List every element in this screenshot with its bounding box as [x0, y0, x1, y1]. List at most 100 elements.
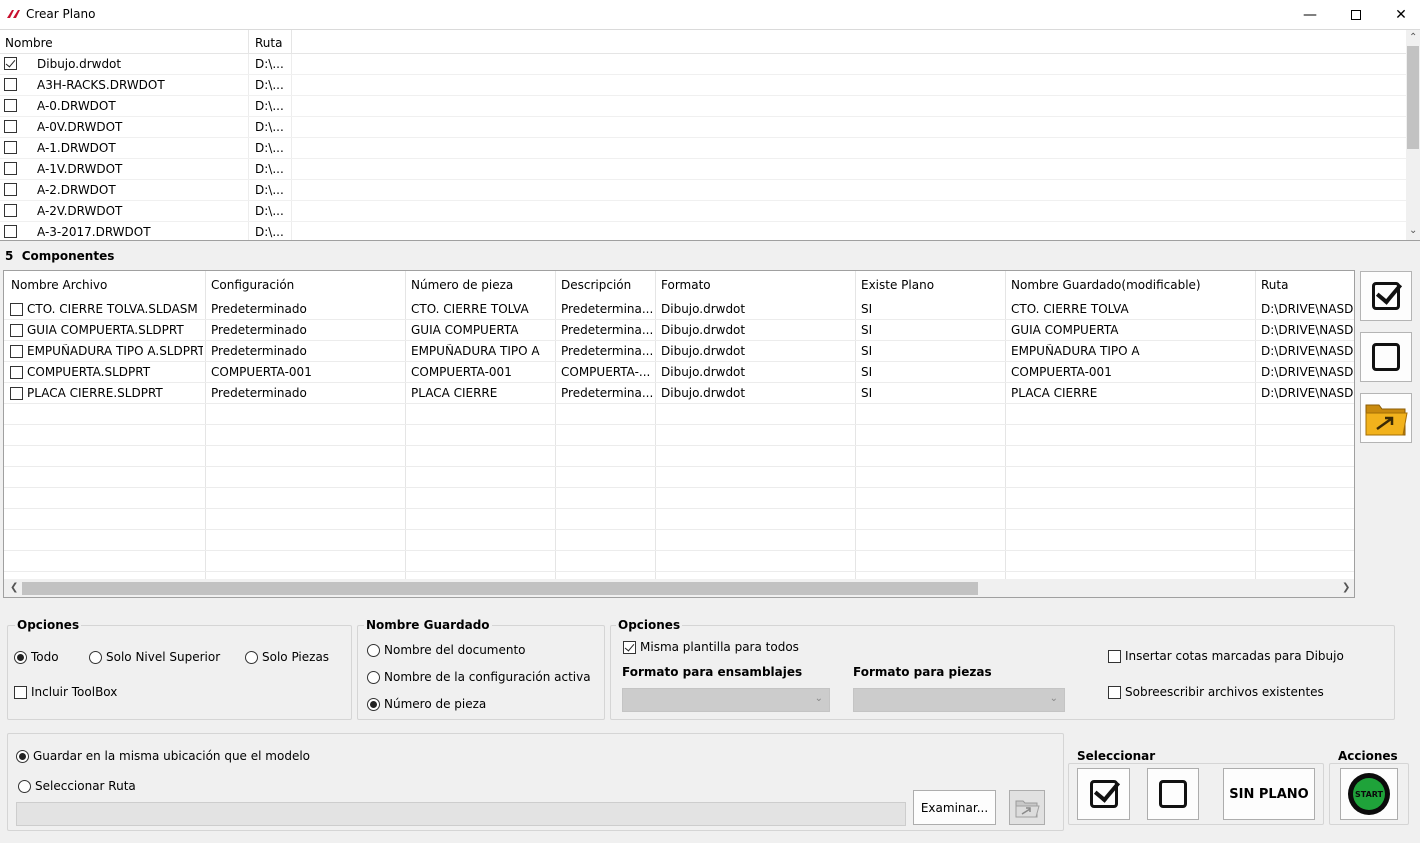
- part-format-select[interactable]: ⌄: [853, 688, 1065, 712]
- radio-part-number[interactable]: Número de pieza: [367, 697, 486, 711]
- component-saved[interactable]: CTO. CIERRE TOLVA: [1011, 302, 1251, 316]
- actions-group-title: Acciones: [1336, 749, 1400, 763]
- template-path: D:\...: [255, 99, 284, 113]
- component-row[interactable]: PLACA CIERRE.SLDPRT Predeterminado PLACA C…: [4, 383, 1354, 404]
- include-toolbox-checkbox[interactable]: Incluir ToolBox: [14, 685, 117, 699]
- template-row[interactable]: A-2V.DRWDOT D:\...: [0, 201, 1406, 222]
- open-folder-button[interactable]: [1360, 393, 1412, 443]
- component-checkbox[interactable]: [10, 303, 23, 316]
- component-file: COMPUERTA.SLDPRT: [27, 365, 151, 379]
- template-checkbox[interactable]: [4, 99, 17, 112]
- radio-parts-only-indicator[interactable]: [245, 650, 258, 664]
- template-path: D:\...: [255, 120, 284, 134]
- template-checkbox[interactable]: [4, 120, 17, 133]
- overwrite-indicator[interactable]: [1108, 685, 1121, 699]
- template-checkbox[interactable]: [4, 204, 17, 217]
- scroll-right-icon[interactable]: ❯: [1342, 583, 1350, 593]
- component-saved[interactable]: PLACA CIERRE: [1011, 386, 1251, 400]
- component-checkbox[interactable]: [10, 324, 23, 337]
- template-checkbox[interactable]: [4, 78, 17, 91]
- template-row[interactable]: A3H-RACKS.DRWDOT D:\...: [0, 75, 1406, 96]
- scroll-down-icon[interactable]: ⌄: [1409, 226, 1417, 236]
- radio-same-location-indicator[interactable]: [16, 749, 29, 763]
- component-row[interactable]: EMPUÑADURA TIPO A.SLDPRT Predeterminado EM…: [4, 341, 1354, 362]
- template-row[interactable]: Dibujo.drwdot D:\...: [0, 54, 1406, 75]
- scroll-up-icon[interactable]: ⌃: [1409, 33, 1417, 43]
- radio-active-config[interactable]: Nombre de la configuración activa: [367, 670, 591, 684]
- template-checkbox[interactable]: [4, 183, 17, 196]
- close-button[interactable]: ✕: [1378, 0, 1420, 29]
- radio-all-indicator[interactable]: [14, 650, 27, 664]
- component-row[interactable]: CTO. CIERRE TOLVA.SLDASM Predeterminado CT…: [4, 299, 1354, 320]
- hscroll-thumb[interactable]: [22, 582, 978, 595]
- template-checkbox[interactable]: [4, 141, 17, 154]
- radio-top-level-indicator[interactable]: [89, 650, 102, 664]
- template-row[interactable]: A-2.DRWDOT D:\...: [0, 180, 1406, 201]
- column-header-part[interactable]: Número de pieza: [411, 278, 513, 292]
- component-row[interactable]: GUIA COMPUERTA.SLDPRT Predeterminado GUIA …: [4, 320, 1354, 341]
- components-hscrollbar[interactable]: ❮ ❯: [4, 579, 1354, 597]
- template-checkbox[interactable]: [4, 57, 17, 70]
- empty-row: [4, 425, 1354, 446]
- template-checkbox[interactable]: [4, 162, 17, 175]
- component-checkbox[interactable]: [10, 345, 23, 358]
- include-toolbox-indicator[interactable]: [14, 685, 27, 699]
- component-config: Predeterminado: [211, 323, 307, 337]
- insert-dims-indicator[interactable]: [1108, 649, 1121, 663]
- radio-select-path[interactable]: Seleccionar Ruta: [18, 779, 136, 793]
- maximize-icon: [1351, 9, 1361, 20]
- template-row[interactable]: A-3-2017.DRWDOT D:\...: [0, 222, 1406, 240]
- component-checkbox[interactable]: [10, 387, 23, 400]
- column-header-saved-name[interactable]: Nombre Guardado(modificable): [1011, 278, 1201, 292]
- column-header-config[interactable]: Configuración: [211, 278, 294, 292]
- radio-select-path-indicator[interactable]: [18, 779, 31, 793]
- template-row[interactable]: A-0V.DRWDOT D:\...: [0, 117, 1406, 138]
- template-row[interactable]: A-1V.DRWDOT D:\...: [0, 159, 1406, 180]
- column-header-exists[interactable]: Existe Plano: [861, 278, 934, 292]
- scroll-thumb[interactable]: [1407, 46, 1419, 149]
- component-saved[interactable]: GUIA COMPUERTA: [1011, 323, 1251, 337]
- template-checkbox[interactable]: [4, 225, 17, 238]
- radio-doc-name-indicator[interactable]: [367, 643, 380, 657]
- radio-doc-name[interactable]: Nombre del documento: [367, 643, 526, 657]
- template-row[interactable]: A-0.DRWDOT D:\...: [0, 96, 1406, 117]
- deselect-all-button[interactable]: [1360, 332, 1412, 382]
- same-template-indicator[interactable]: [623, 640, 636, 654]
- open-path-button[interactable]: [1009, 790, 1045, 825]
- path-input[interactable]: [16, 802, 906, 826]
- radio-part-number-indicator[interactable]: [367, 697, 380, 711]
- column-header-name[interactable]: Nombre: [5, 36, 53, 50]
- component-checkbox[interactable]: [10, 366, 23, 379]
- scroll-left-icon[interactable]: ❮: [10, 583, 18, 593]
- empty-row: [4, 467, 1354, 488]
- component-row[interactable]: COMPUERTA.SLDPRT COMPUERTA-001 COMPUERTA-0…: [4, 362, 1354, 383]
- radio-active-config-indicator[interactable]: [367, 670, 380, 684]
- insert-dims-checkbox[interactable]: Insertar cotas marcadas para Dibujo: [1108, 649, 1344, 663]
- select-all-button[interactable]: [1360, 271, 1412, 321]
- radio-same-location[interactable]: Guardar en la misma ubicación que el mod…: [16, 749, 310, 763]
- column-header-file[interactable]: Nombre Archivo: [11, 278, 107, 292]
- template-row[interactable]: A-1.DRWDOT D:\...: [0, 138, 1406, 159]
- deselect-all-drawings-button[interactable]: [1147, 768, 1199, 820]
- select-all-drawings-button[interactable]: [1077, 768, 1130, 820]
- column-header-path[interactable]: Ruta: [255, 36, 282, 50]
- start-button[interactable]: START: [1340, 768, 1398, 820]
- component-path: D:\DRIVE\NASD...: [1261, 302, 1353, 316]
- same-template-checkbox[interactable]: Misma plantilla para todos: [623, 640, 799, 654]
- radio-top-level[interactable]: Solo Nivel Superior: [89, 650, 220, 664]
- component-saved[interactable]: EMPUÑADURA TIPO A: [1011, 344, 1251, 358]
- column-header-format[interactable]: Formato: [661, 278, 711, 292]
- overwrite-checkbox[interactable]: Sobreescribir archivos existentes: [1108, 685, 1324, 699]
- component-saved[interactable]: COMPUERTA-001: [1011, 365, 1251, 379]
- radio-parts-only[interactable]: Solo Piezas: [245, 650, 329, 664]
- assembly-format-select[interactable]: ⌄: [622, 688, 830, 712]
- radio-all[interactable]: Todo: [14, 650, 59, 664]
- minimize-button[interactable]: —: [1287, 0, 1333, 29]
- template-list-scrollbar[interactable]: ⌃ ⌄: [1406, 30, 1420, 240]
- no-drawing-button[interactable]: SIN PLANO: [1223, 768, 1315, 820]
- browse-button[interactable]: Examinar...: [913, 790, 996, 825]
- checkbox-empty-icon: [1159, 780, 1187, 808]
- maximize-button[interactable]: [1333, 0, 1379, 29]
- column-header-path[interactable]: Ruta: [1261, 278, 1288, 292]
- column-header-description[interactable]: Descripción: [561, 278, 631, 292]
